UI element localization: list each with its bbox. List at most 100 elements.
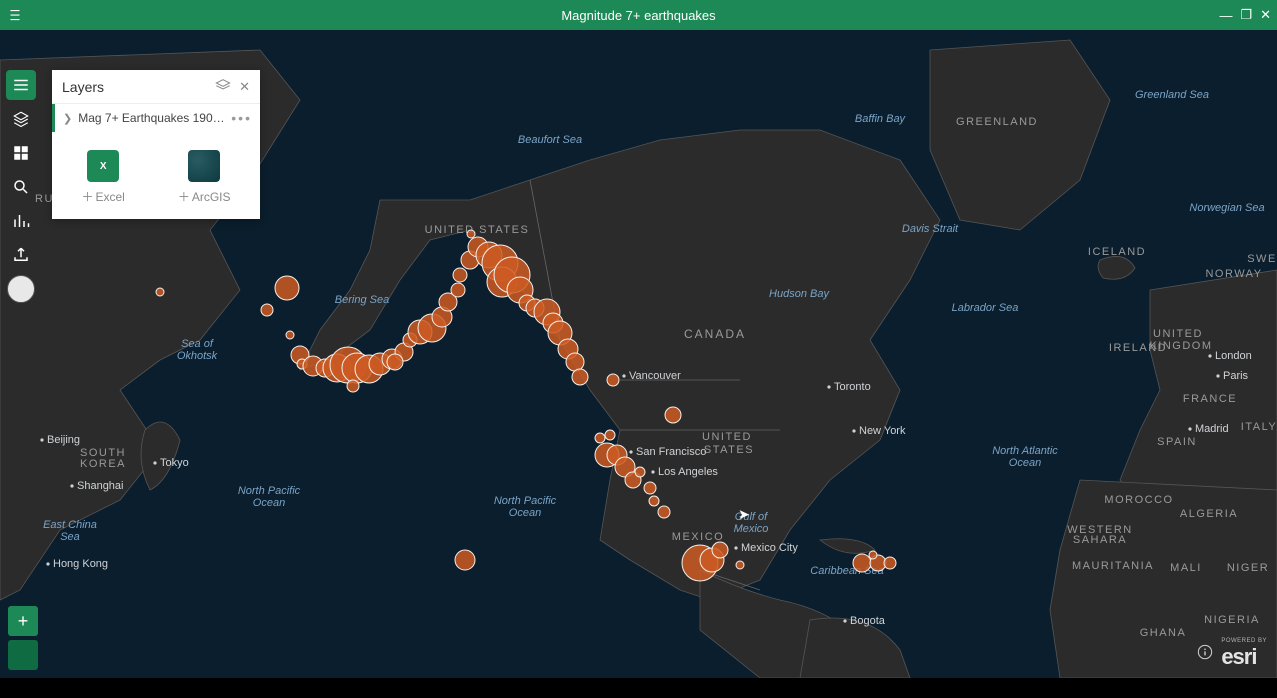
layers-button[interactable] xyxy=(6,104,36,134)
add-arcgis-source[interactable]: ＋ArcGIS xyxy=(178,150,231,205)
city-label: Madrid xyxy=(1195,423,1229,435)
ocean-label: Sea ofOkhotsk xyxy=(177,338,218,362)
earthquake-point[interactable] xyxy=(649,496,659,506)
maximize-button[interactable]: ❐ xyxy=(1240,7,1252,23)
city-label: Shanghai xyxy=(77,480,124,492)
city-label: Toronto xyxy=(834,381,871,393)
analysis-button[interactable] xyxy=(6,206,36,236)
earthquake-point[interactable] xyxy=(853,554,871,572)
earthquake-point[interactable] xyxy=(261,304,273,316)
ocean-label: North PacificOcean xyxy=(494,495,557,519)
earthquake-point[interactable] xyxy=(644,482,656,494)
country-label: ITALY xyxy=(1241,421,1277,433)
city-label: Los Angeles xyxy=(658,466,718,478)
country-label: FRANCE xyxy=(1183,393,1237,405)
earthquake-point[interactable] xyxy=(455,550,475,570)
city-label: London xyxy=(1215,350,1252,362)
earthquake-point[interactable] xyxy=(387,354,403,370)
layer-row[interactable]: ❯ Mag 7+ Earthquakes 190… ••• xyxy=(52,104,260,132)
arcgis-icon xyxy=(188,150,220,182)
city-label: Tokyo xyxy=(160,457,189,469)
country-label: UNITED xyxy=(1153,328,1203,340)
country-label: SWE xyxy=(1247,253,1277,265)
zoom-secondary-button[interactable] xyxy=(8,640,38,670)
ocean-label: North PacificOcean xyxy=(238,485,301,509)
earthquake-point[interactable] xyxy=(566,353,584,371)
earthquake-point[interactable] xyxy=(605,430,615,440)
basemap-button[interactable] xyxy=(6,138,36,168)
ocean-label: Gulf ofMexico xyxy=(734,511,769,535)
info-icon[interactable] xyxy=(1197,644,1213,665)
country-label: ICELAND xyxy=(1088,246,1146,258)
country-label: ALGERIA xyxy=(1180,508,1238,520)
country-label: NIGER xyxy=(1227,562,1269,574)
country-label: MOROCCO xyxy=(1104,494,1173,506)
ocean-label: North AtlanticOcean xyxy=(992,445,1058,469)
layers-stack-icon[interactable] xyxy=(215,78,231,95)
ocean-label: Labrador Sea xyxy=(952,302,1019,314)
add-excel-source[interactable]: X ＋Excel xyxy=(81,150,124,205)
city-label: Bogota xyxy=(850,615,886,627)
share-button[interactable] xyxy=(6,240,36,270)
earthquake-point[interactable] xyxy=(467,230,475,238)
country-label: GHANA xyxy=(1140,627,1187,639)
earthquake-point[interactable] xyxy=(595,433,605,443)
arcgis-label: ArcGIS xyxy=(192,190,231,204)
layers-panel: Layers ✕ ❯ Mag 7+ Earthquakes 190… ••• X… xyxy=(52,70,260,219)
title-bar: Magnitude 7+ earthquakes — ❐ ✕ xyxy=(0,0,1277,30)
ocean-label: Norwegian Sea xyxy=(1189,202,1264,214)
earthquake-point[interactable] xyxy=(156,288,164,296)
earthquake-point[interactable] xyxy=(286,331,294,339)
country-label: UNITED STATES xyxy=(425,224,530,236)
app-menu-icon[interactable] xyxy=(0,0,30,30)
close-button[interactable]: ✕ xyxy=(1260,7,1271,23)
ocean-label: Greenland Sea xyxy=(1135,89,1209,101)
menu-button[interactable] xyxy=(6,70,36,100)
country-label: SAHARA xyxy=(1073,534,1127,546)
bottom-bar xyxy=(0,678,1277,698)
country-label: KOREA xyxy=(80,458,126,470)
earthquake-point[interactable] xyxy=(736,561,744,569)
country-label: MALI xyxy=(1170,562,1202,574)
earthquake-point[interactable] xyxy=(635,467,645,477)
attribution: POWERED BY esri xyxy=(1197,638,1267,670)
earthquake-point[interactable] xyxy=(869,551,877,559)
country-label: NORWAY xyxy=(1205,268,1262,280)
window-title: Magnitude 7+ earthquakes xyxy=(0,8,1277,23)
zoom-in-button[interactable]: + xyxy=(8,606,38,636)
layer-name: Mag 7+ Earthquakes 190… xyxy=(78,111,225,125)
ocean-label: Hudson Bay xyxy=(769,288,830,300)
earthquake-point[interactable] xyxy=(451,283,465,297)
minimize-button[interactable]: — xyxy=(1219,8,1232,23)
city-label: Paris xyxy=(1223,370,1249,382)
country-label: MAURITANIA xyxy=(1072,560,1154,572)
ocean-label: Davis Strait xyxy=(902,223,959,235)
layers-close-icon[interactable]: ✕ xyxy=(239,79,250,95)
user-avatar[interactable] xyxy=(6,274,36,304)
layers-panel-title: Layers xyxy=(62,79,104,95)
earthquake-point[interactable] xyxy=(275,276,299,300)
chevron-right-icon[interactable]: ❯ xyxy=(63,112,72,125)
map-area[interactable]: Layers ✕ ❯ Mag 7+ Earthquakes 190… ••• X… xyxy=(0,30,1277,678)
city-label: Beijing xyxy=(47,434,80,446)
earthquake-point[interactable] xyxy=(884,557,896,569)
country-label: CANADA xyxy=(684,327,746,341)
country-label: STATES xyxy=(704,444,754,456)
earthquake-point[interactable] xyxy=(607,374,619,386)
side-rail xyxy=(6,70,36,304)
country-label: MEXICO xyxy=(672,531,724,543)
search-button[interactable] xyxy=(6,172,36,202)
country-label: IRELAND xyxy=(1109,342,1167,354)
ocean-label: Bering Sea xyxy=(335,294,389,306)
earthquake-point[interactable] xyxy=(665,407,681,423)
earthquake-point[interactable] xyxy=(453,268,467,282)
earthquake-point[interactable] xyxy=(572,369,588,385)
earthquake-point[interactable] xyxy=(712,542,728,558)
earthquake-point[interactable] xyxy=(347,380,359,392)
country-label: SPAIN xyxy=(1157,436,1197,448)
ocean-label: Baffin Bay xyxy=(855,113,907,125)
layer-more-icon[interactable]: ••• xyxy=(231,110,252,126)
earthquake-point[interactable] xyxy=(658,506,670,518)
city-label: San Francisco xyxy=(636,446,706,458)
city-label: Mexico City xyxy=(741,542,798,554)
